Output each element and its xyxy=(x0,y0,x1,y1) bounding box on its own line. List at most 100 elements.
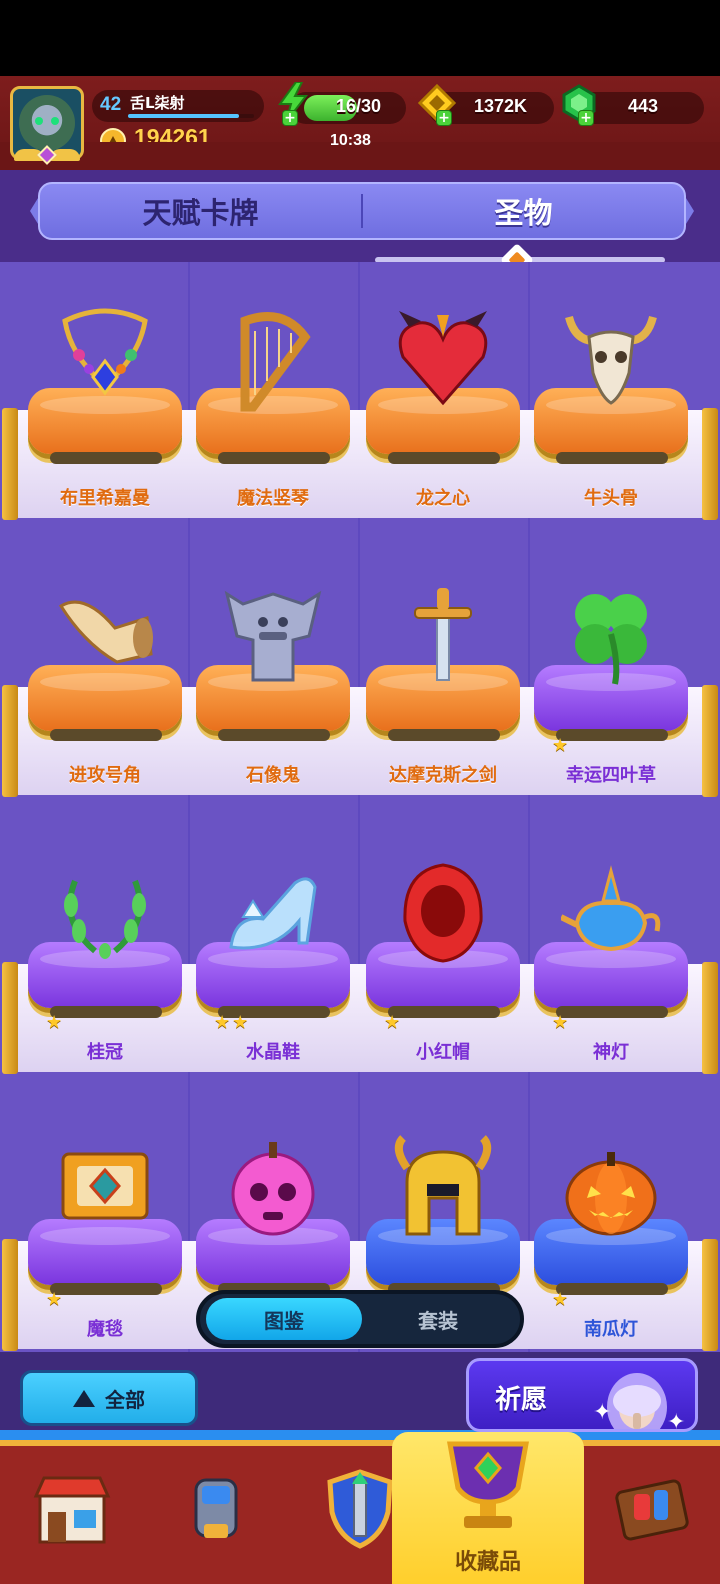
star-icon: ★ xyxy=(552,1289,569,1310)
filter-all-button[interactable]: 全部 xyxy=(20,1370,198,1426)
relic-name: 石像鬼 xyxy=(246,765,300,786)
harp-icon xyxy=(240,312,311,412)
relic-card[interactable]: 进攻号角 xyxy=(20,539,190,816)
star-slot-bar xyxy=(388,452,500,464)
relic-card[interactable]: 布里希嘉曼 xyxy=(20,262,190,539)
shelf-post xyxy=(2,685,18,797)
add-energy-button[interactable]: + xyxy=(282,110,298,126)
shelf-row: ★ 桂冠 ★ ★ 水晶鞋 ★ 小红帽 ★ 神灯 xyxy=(0,816,720,1093)
relic-card[interactable]: ★ 小红帽 xyxy=(358,816,528,1093)
red-hood-icon xyxy=(403,863,483,963)
relic-name: 牛头骨 xyxy=(584,488,638,509)
relic-name: 水晶鞋 xyxy=(246,1042,300,1063)
star-icon: ★ xyxy=(232,1012,249,1033)
relic-name: 桂冠 xyxy=(87,1042,123,1063)
relic-card[interactable]: ★ 魔毯 xyxy=(20,1093,190,1352)
star-rating: ★ xyxy=(552,737,568,755)
top-header: 42 舌L柒射 194261 16/30 + 10:38 1372K + 443… xyxy=(0,76,720,170)
nav-equipment[interactable] xyxy=(144,1446,288,1584)
star-slot-bar xyxy=(556,729,668,741)
view-toggle: 图鉴 套装 xyxy=(196,1290,524,1348)
shelf-post xyxy=(702,408,718,520)
relic-card[interactable]: ★ 幸运四叶草 xyxy=(526,539,696,816)
star-icon: ★ xyxy=(552,1012,569,1033)
star-slot-bar xyxy=(50,1006,162,1018)
relic-card[interactable]: 龙之心 xyxy=(358,262,528,539)
star-rating: ★ xyxy=(46,1014,62,1032)
star-icon: ★ xyxy=(46,1012,63,1033)
armor-icon xyxy=(194,1478,238,1538)
relic-card[interactable]: 石像鬼 xyxy=(188,539,358,816)
star-icon: ★ xyxy=(214,1012,231,1033)
gargoyle-icon xyxy=(224,590,322,682)
star-slot-bar xyxy=(556,1006,668,1018)
star-slot-bar xyxy=(50,452,162,464)
relic-name: 进攻号角 xyxy=(69,765,141,786)
bull-skull-icon xyxy=(565,315,657,405)
shelf-post xyxy=(702,1239,718,1351)
star-slot-bar xyxy=(556,452,668,464)
trophy-cup-icon xyxy=(447,1441,529,1528)
shelf-row: 布里希嘉曼 魔法竖琴 龙之心 牛头骨 xyxy=(0,262,720,539)
sets-toggle-button[interactable]: 套装 xyxy=(360,1298,516,1340)
star-rating: ★ xyxy=(552,1014,568,1032)
star-icon: ★ xyxy=(552,735,569,756)
player-name-pill[interactable]: 42 舌L柒射 xyxy=(92,90,264,122)
avatar-wings-badge-icon xyxy=(12,145,82,165)
cat-avatar-icon xyxy=(19,95,75,151)
catalog-toggle-button[interactable]: 图鉴 xyxy=(206,1298,362,1340)
star-rating: ★ ★ xyxy=(214,1014,248,1032)
nav-shop[interactable] xyxy=(0,1446,144,1584)
shelf-post xyxy=(2,408,18,520)
relic-card[interactable]: ★ 桂冠 xyxy=(20,816,190,1093)
xp-bar xyxy=(128,114,254,118)
add-gold-button[interactable]: + xyxy=(436,110,452,126)
necklace-icon xyxy=(62,308,148,396)
treasure-map-icon xyxy=(615,1479,689,1541)
energy-timer: 10:38 xyxy=(330,132,371,149)
relic-card[interactable]: 魔法竖琴 xyxy=(188,262,358,539)
star-slot-bar xyxy=(218,452,330,464)
star-rating: ★ xyxy=(552,1291,568,1309)
nav-map[interactable] xyxy=(600,1446,720,1584)
tab-relics[interactable]: 圣物 xyxy=(363,184,684,238)
svg-text:✦: ✦ xyxy=(593,1400,611,1425)
heart-icon xyxy=(398,311,488,406)
star-slot-bar xyxy=(556,1283,668,1295)
relic-card[interactable]: 牛头骨 xyxy=(526,262,696,539)
relic-card[interactable]: ★ ★ 水晶鞋 xyxy=(188,816,358,1093)
star-icon: ★ xyxy=(46,1289,63,1310)
filter-all-label: 全部 xyxy=(105,1387,145,1412)
nav-collection[interactable]: 收藏品 xyxy=(392,1432,584,1584)
gold-value: 1372K xyxy=(474,96,528,116)
star-icon: ★ xyxy=(384,1012,401,1033)
trophy-count: 194261 xyxy=(134,124,211,150)
bottom-nav: 收藏品 xyxy=(0,1432,720,1584)
trophy-icon xyxy=(100,128,126,154)
shelf-post xyxy=(702,962,718,1074)
wish-button[interactable]: 祈愿 ✦ ✦ xyxy=(466,1358,698,1432)
star-slot-bar xyxy=(50,1283,162,1295)
tab-talent-cards[interactable]: 天赋卡牌 xyxy=(40,184,361,238)
fairy-icon: ✦ ✦ xyxy=(593,1373,685,1429)
relic-card[interactable]: ★ 南瓜灯 xyxy=(526,1093,696,1352)
magic-lamp-icon xyxy=(561,865,661,952)
add-gem-button[interactable]: + xyxy=(578,110,594,126)
relic-card[interactable]: ★ 神灯 xyxy=(526,816,696,1093)
relic-grid[interactable]: 布里希嘉曼 魔法竖琴 龙之心 牛头骨 进攻号角 石像鬼 达摩克斯之剑 ★ 幸运四叶草 ★ 桂冠 ★ ★ 水… xyxy=(0,262,720,1352)
relic-name: 神灯 xyxy=(593,1042,629,1063)
star-rating: ★ xyxy=(46,1291,62,1309)
poison-apple-icon xyxy=(231,1142,315,1236)
energy-value: 16/30 xyxy=(336,96,382,116)
relic-name: 小红帽 xyxy=(416,1042,470,1063)
relic-card[interactable]: 达摩克斯之剑 xyxy=(358,539,528,816)
wish-label: 祈愿 xyxy=(495,1385,548,1415)
player-name: 舌L柒射 xyxy=(130,94,185,112)
glass-slipper-icon xyxy=(229,877,317,950)
nav-collection-label: 收藏品 xyxy=(454,1550,521,1575)
shelf-row: 进攻号角 石像鬼 达摩克斯之剑 ★ 幸运四叶草 xyxy=(0,539,720,816)
shield-sword-icon xyxy=(327,1469,393,1549)
pumpkin-icon xyxy=(565,1152,657,1236)
relic-name: 达摩克斯之剑 xyxy=(389,765,497,786)
triangle-up-icon xyxy=(73,1389,95,1407)
